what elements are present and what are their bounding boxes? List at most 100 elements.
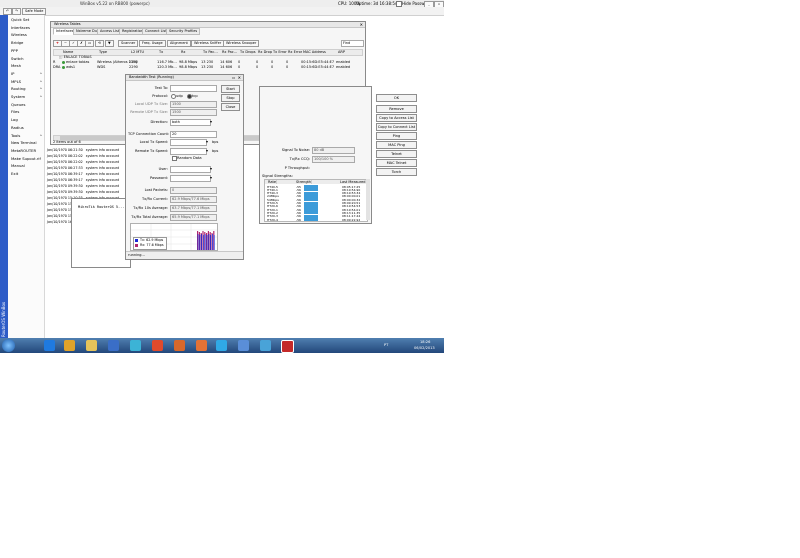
menu-item-interfaces[interactable]: Interfaces [11,25,44,30]
local-speed-input[interactable] [170,139,207,146]
remove-button[interactable]: Remove [376,105,417,113]
start-button[interactable]: Start [221,85,240,93]
winbox-task-icon[interactable] [281,340,294,353]
menu-item-wireless[interactable]: Wireless [11,32,44,37]
menu-item-radius[interactable]: Radius [11,125,44,130]
scanner-button[interactable]: Scanner [118,40,139,47]
menu-item-routing[interactable]: Routing ▸ [11,86,44,91]
signal-column-header[interactable]: Rate [267,180,278,184]
password-input[interactable] [170,175,211,182]
column-header[interactable]: MAC Address [302,50,338,54]
menu-item-queues[interactable]: Queues [11,102,44,107]
app3-icon[interactable] [260,340,271,351]
filter-icon[interactable]: ▼ [105,40,114,47]
remote-udp-input[interactable]: 1500 [170,109,217,116]
mac-telnet-button[interactable]: MAC Telnet [376,159,417,167]
messenger-icon[interactable] [130,340,141,351]
column-header[interactable]: Tx Pac... [202,50,222,54]
close-button[interactable]: Close [221,103,240,111]
column-header[interactable]: Rx Drops [257,50,274,54]
network-icon[interactable] [108,340,119,351]
column-header[interactable]: Name [62,50,99,54]
menu-item-ppp[interactable]: PPP [11,48,44,53]
redo-icon[interactable]: ↷ [12,8,21,15]
app2-icon[interactable] [238,340,249,351]
language-indicator[interactable]: PT [384,343,388,347]
menu-item-make-supout-rif[interactable]: Make Supout.rif [11,156,44,161]
bt-minimize-icon[interactable]: ▫ [232,75,235,80]
column-header[interactable]: Type [98,50,131,54]
signal-row[interactable]: HT20-4 -56 08:09:22.92 [265,218,367,222]
menu-item-system[interactable]: System ▸ [11,94,44,99]
column-header[interactable]: L2 MTU [130,50,159,54]
tcp-count-input[interactable]: 20 [170,131,217,138]
firefox-icon[interactable] [174,340,185,351]
app-icon[interactable] [196,340,207,351]
column-header[interactable]: Tx Drops [239,50,258,54]
local-speed-chevron-down-icon[interactable]: ▾ [206,139,208,144]
menu-item-mesh[interactable]: Mesh [11,63,44,68]
menu-item-bridge[interactable]: Bridge [11,40,44,45]
table-row[interactable]: DRA wds1 WDS 2290 120.3 Mb... 98.8 Mbps 13 230… [53,65,361,70]
wireless-sniffer-button[interactable]: Wireless Sniffer [191,40,225,47]
menu-item-tools[interactable]: Tools ▸ [11,133,44,138]
ie-icon[interactable] [44,340,55,351]
menu-item-log[interactable]: Log [11,117,44,122]
terminal-window[interactable]: MikroTik RouterOS 5... [71,198,131,268]
find-input[interactable]: Find [341,40,364,47]
skype-icon[interactable] [216,340,227,351]
signal-column-header[interactable]: Strength [295,180,313,184]
menu-item-new-terminal[interactable]: New Terminal [11,140,44,145]
wireless-close-icon[interactable]: ✕ [360,22,363,27]
clock-time[interactable]: 18:26 [420,340,430,344]
tab-security-profiles[interactable]: Security Profiles [166,28,201,35]
signal-column-header[interactable]: Last Measured [339,180,367,184]
wireless-snooper-button[interactable]: Wireless Snooper [223,40,260,47]
undo-icon[interactable]: ↶ [3,8,12,15]
vertical-scrollbar[interactable] [366,179,370,220]
reset-icon[interactable]: ⟲ [95,40,104,47]
menu-item-quick-set[interactable]: Quick Set [11,17,44,22]
direction-select[interactable]: both [170,119,211,126]
copy-to-access-list-button[interactable]: Copy to Access List [376,114,417,122]
password-chevron-down-icon[interactable]: ▾ [210,175,212,180]
freq-usage-button[interactable]: Freq. Usage [139,40,166,47]
menu-item-mpls[interactable]: MPLS ▸ [11,79,44,84]
copy-to-connect-list-button[interactable]: Copy to Connect List [376,123,417,131]
clock-date[interactable]: 06/02/2013 [414,346,435,350]
ok-button[interactable]: OK [376,94,417,102]
remote-speed-input[interactable] [170,148,207,155]
folder-icon[interactable] [86,340,97,351]
ping-button[interactable]: Ping [376,132,417,140]
column-header[interactable]: Rx [180,50,203,54]
remote-speed-chevron-down-icon[interactable]: ▾ [206,148,208,153]
column-header[interactable]: Rx Pac... [221,50,240,54]
menu-item-metarouter[interactable]: MetaROUTER [11,148,44,153]
telnet-button[interactable]: Telnet [376,150,417,158]
test-to-input[interactable] [170,85,217,92]
torch-button[interactable]: Torch [376,168,417,176]
chrome-icon[interactable] [152,340,163,351]
alignment-button[interactable]: Alignment [167,40,191,47]
column-header[interactable]: Rx Errors [287,50,304,54]
menu-item-manual[interactable]: Manual [11,163,44,168]
menu-item-switch[interactable]: Switch [11,56,44,61]
menu-item-files[interactable]: Files [11,109,44,114]
bt-close-icon[interactable]: ✕ [238,75,241,80]
column-header[interactable]: Tx [158,50,181,54]
menu-item-ip[interactable]: IP ▸ [11,71,44,76]
user-chevron-down-icon[interactable]: ▾ [210,166,212,171]
local-udp-input[interactable]: 1500 [170,101,217,108]
stop-button[interactable]: Stop [221,94,240,102]
safe-mode-button[interactable]: Safe Mode [22,8,47,15]
column-header[interactable]: ARP [337,50,363,54]
direction-chevron-down-icon[interactable]: ▾ [210,119,212,124]
bandwidth-test-window[interactable]: Bandwidth Test (Running) ▫ ✕ Test To: Pr… [125,74,244,260]
comment-icon[interactable]: ▭ [85,40,95,47]
mac-ping-button[interactable]: MAC Ping [376,141,417,149]
menu-item-exit[interactable]: Exit [11,171,44,176]
media-icon[interactable] [64,340,75,351]
start-orb-icon[interactable] [2,339,15,352]
user-input[interactable] [170,166,211,173]
registration-window[interactable]: Signal To Noise: 80 dB Tx/Rx CCQ: 100/10… [259,86,372,224]
